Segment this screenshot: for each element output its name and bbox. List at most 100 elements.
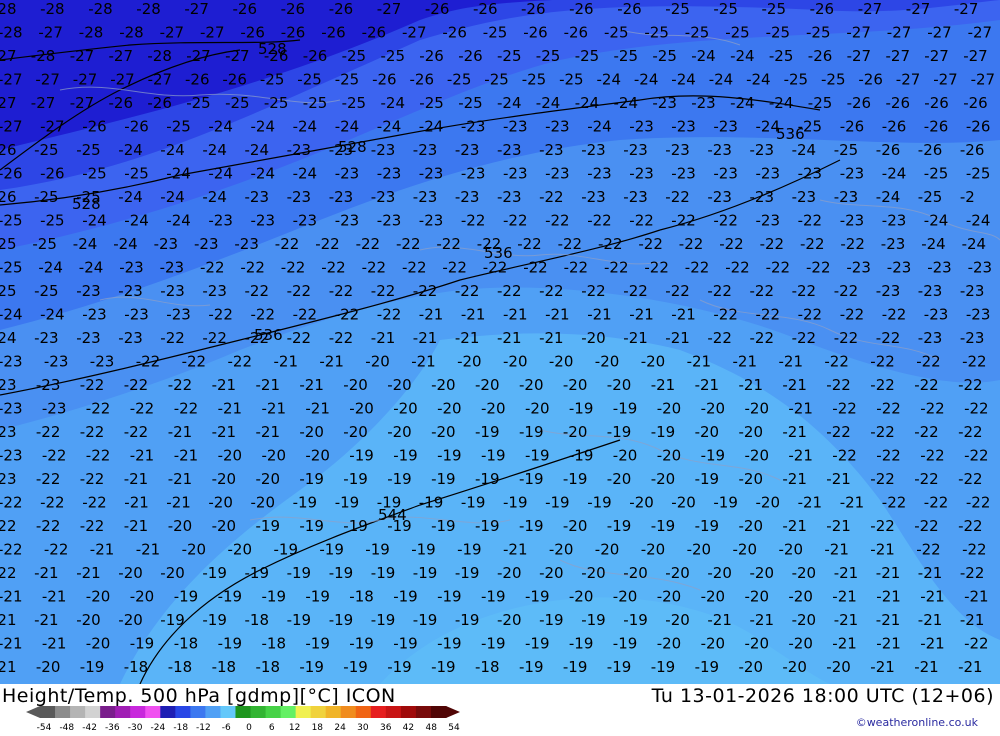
temperature-label: -25: [575, 47, 600, 65]
temperature-label: -24: [882, 165, 907, 183]
temperature-label: -20: [641, 353, 666, 371]
temperature-label: -22: [834, 282, 859, 300]
temperature-label: -22: [832, 400, 857, 418]
temperature-label: -21: [274, 353, 299, 371]
temperature-label: -21: [136, 541, 161, 559]
temperature-label: -19: [525, 635, 550, 653]
temperature-label: -19: [623, 611, 648, 629]
legend-tick-label: 54: [448, 723, 460, 732]
temperature-label: -21: [918, 564, 943, 582]
temperature-label: -22: [598, 235, 623, 253]
legend-swatch: [175, 706, 191, 718]
temperature-label: -25: [225, 94, 250, 112]
temperature-label: -19: [651, 423, 676, 441]
temperature-label: -23: [798, 165, 823, 183]
temperature-label: -22: [281, 259, 306, 277]
legend-tick-label: -24: [151, 723, 166, 732]
temperature-label: -24: [730, 94, 755, 112]
temperature-label: -23: [497, 141, 522, 159]
temperature-label: -22: [750, 329, 775, 347]
temperature-label: -23: [924, 306, 949, 324]
temperature-label: -27: [110, 71, 135, 89]
temperature-label: -27: [70, 94, 95, 112]
temperature-label: -25: [924, 165, 949, 183]
temperature-label: -26: [82, 118, 107, 136]
temperature-label: -22: [964, 400, 989, 418]
temperature-label: -22: [136, 353, 161, 371]
temperature-label: -26: [847, 94, 872, 112]
height-label: 536: [484, 244, 513, 262]
temperature-label: -23: [287, 141, 312, 159]
temperature-label: -22: [920, 447, 945, 465]
temperature-label: -21: [876, 611, 901, 629]
temperature-label: -22: [545, 212, 570, 230]
temperature-label: -21: [0, 658, 17, 676]
temperature-label: -21: [124, 494, 149, 512]
temperature-label: -22: [870, 353, 895, 371]
temperature-label: -25: [762, 0, 787, 18]
temperature-label: -21: [34, 611, 59, 629]
temperature-label: -22: [792, 282, 817, 300]
temperature-label: -20: [657, 447, 682, 465]
temperature-label: -22: [623, 282, 648, 300]
temperature-label: -19: [431, 658, 456, 676]
temperature-label: -23: [0, 376, 17, 394]
temperature-label: -24: [335, 118, 360, 136]
temperature-label: -22: [870, 517, 895, 535]
credit-link[interactable]: ©weatheronline.co.uk: [856, 716, 978, 729]
temperature-label: -19: [218, 635, 243, 653]
temperature-label: -23: [371, 188, 396, 206]
temperature-label: -23: [750, 141, 775, 159]
temperature-label: -20: [788, 588, 813, 606]
temperature-label: -26: [882, 118, 907, 136]
temperature-label: -23: [671, 118, 696, 136]
temperature-label: -26: [918, 141, 943, 159]
temperature-label: -21: [305, 400, 330, 418]
temperature-label: -23: [124, 306, 149, 324]
temperature-label: -27: [954, 0, 979, 18]
temperature-label: -21: [256, 423, 281, 441]
temperature-label: -21: [0, 588, 23, 606]
temperature-label: -21: [90, 541, 115, 559]
temperature-label: -21: [623, 329, 648, 347]
temperature-label: -20: [665, 564, 690, 582]
temperature-label: -22: [685, 259, 710, 277]
temperature-label: -19: [613, 400, 638, 418]
temperature-label: -27: [0, 118, 23, 136]
temperature-label: -24: [876, 188, 901, 206]
temperature-label: -22: [287, 329, 312, 347]
temperature-label: -24: [921, 235, 946, 253]
temperature-label: -20: [581, 329, 606, 347]
temperature-label: -24: [245, 141, 270, 159]
legend-tick-label: -6: [222, 723, 231, 732]
temperature-label: -22: [0, 517, 17, 535]
temperature-label: -25: [34, 141, 59, 159]
temperature-label: -19: [329, 611, 354, 629]
temperature-label: -22: [82, 494, 107, 512]
temperature-label: -24: [160, 141, 185, 159]
temperature-label: -19: [713, 494, 738, 512]
temperature-label: -23: [419, 212, 444, 230]
temperature-label: -22: [315, 235, 340, 253]
temperature-label: -23: [0, 447, 23, 465]
temperature-label: -19: [299, 658, 324, 676]
temperature-label: -22: [914, 423, 939, 441]
legend-tick-label: -18: [173, 723, 188, 732]
temperature-label: -22: [665, 282, 690, 300]
temperature-label: -22: [356, 235, 381, 253]
temperature-label: -20: [613, 447, 638, 465]
temperature-label: -23: [202, 282, 227, 300]
temperature-label: -23: [840, 165, 865, 183]
temperature-label: -23: [119, 259, 144, 277]
temperature-label: -23: [44, 353, 69, 371]
temperature-label: -21: [826, 470, 851, 488]
temperature-label: -20: [387, 423, 412, 441]
temperature-label: -26: [617, 0, 642, 18]
temperature-label: -20: [305, 447, 330, 465]
temperature-label: -23: [36, 376, 61, 394]
temperature-label: -25: [559, 71, 584, 89]
temperature-label: -19: [202, 564, 227, 582]
temperature-label: -25: [652, 47, 677, 65]
temperature-label: -24: [536, 94, 561, 112]
temperature-label: -24: [82, 212, 107, 230]
